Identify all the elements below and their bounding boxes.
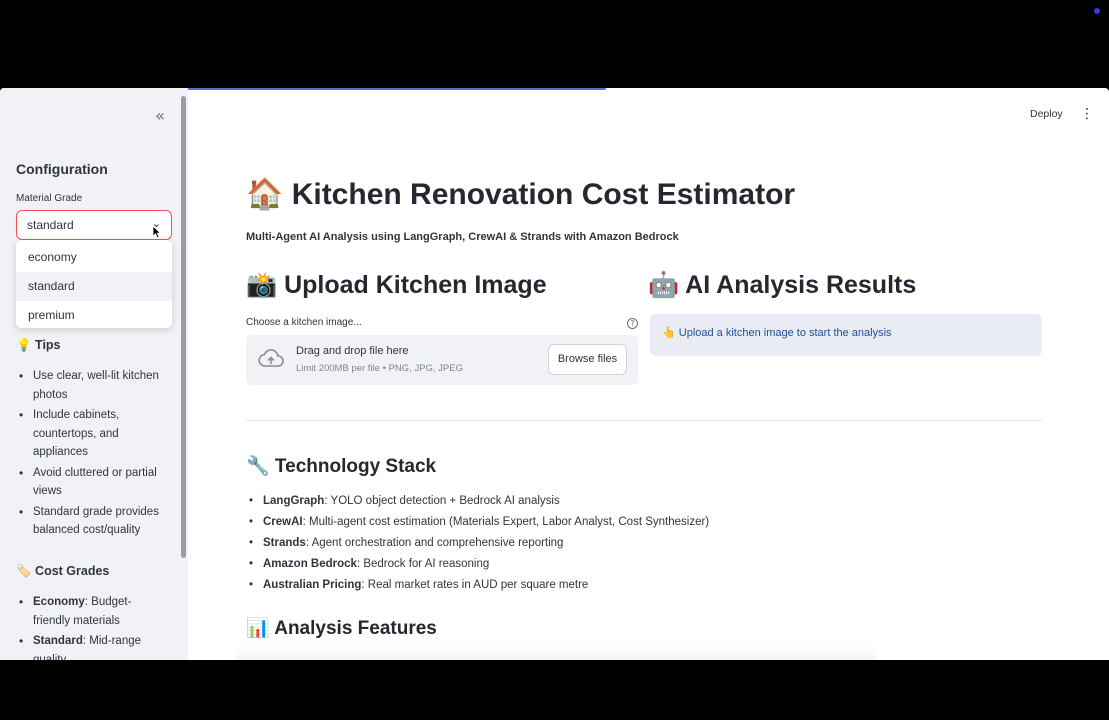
status-dot [1094, 8, 1100, 14]
tech-stack-list: LangGraph: YOLO object detection + Bedro… [246, 492, 1042, 597]
list-item: Standard: Mid-range quality [16, 632, 164, 660]
option-economy[interactable]: economy [16, 243, 172, 272]
list-item: Standard grade provides balanced cost/qu… [16, 503, 164, 540]
option-standard[interactable]: standard [16, 272, 172, 301]
tech-name: CrewAI [263, 516, 303, 528]
list-item: Avoid cluttered or partial views [16, 464, 164, 501]
divider [246, 420, 1042, 421]
material-grade-label: Material Grade [16, 193, 83, 204]
tech-desc: : Multi-agent cost estimation (Materials… [302, 516, 710, 528]
sidebar-scrollbar[interactable] [181, 96, 186, 558]
file-dropzone[interactable]: Drag and drop file here Limit 200MB per … [246, 335, 638, 385]
list-item: CrewAI: Multi-agent cost estimation (Mat… [246, 513, 1042, 534]
tech-stack-heading: 🔧 Technology Stack [246, 456, 437, 477]
option-premium[interactable]: premium [16, 301, 172, 330]
tech-desc: : Bedrock for AI reasoning [356, 558, 490, 570]
tips-heading: 💡 Tips [16, 338, 61, 352]
tech-desc: : YOLO object detection + Bedrock AI ana… [324, 495, 560, 507]
analysis-features-heading: 📊 Analysis Features [246, 618, 437, 639]
upload-heading: 📸 Upload Kitchen Image [246, 271, 547, 299]
tech-desc: : Agent orchestration and comprehensive … [305, 537, 564, 549]
tech-name: Australian Pricing [263, 579, 362, 591]
material-grade-select[interactable]: standard ⌄ [16, 210, 172, 240]
list-item: Use clear, well-lit kitchen photos [16, 367, 164, 404]
file-uploader-label: Choose a kitchen image... [246, 317, 362, 328]
tech-desc: : Real market rates in AUD per square me… [361, 579, 589, 591]
sidebar-title: Configuration [16, 161, 108, 177]
material-grade-dropdown: economy standard premium [16, 240, 172, 328]
list-item: Amazon Bedrock: Bedrock for AI reasoning [246, 555, 1042, 576]
mouse-cursor-icon [152, 225, 162, 239]
cloud-upload-icon [258, 349, 284, 367]
info-alert: 👆 Upload a kitchen image to start the an… [650, 314, 1042, 356]
screen: « Configuration Material Grade standard … [0, 0, 1109, 720]
browse-files-button[interactable]: Browse files [548, 344, 627, 375]
help-icon[interactable]: ? [627, 318, 638, 329]
page-subtitle: Multi-Agent AI Analysis using LangGraph,… [246, 231, 679, 243]
dropzone-title: Drag and drop file here [296, 345, 409, 357]
app-window: « Configuration Material Grade standard … [0, 88, 1109, 660]
cost-grades-list: Economy: Budget-friendly materials Stand… [16, 593, 164, 660]
dropzone-limit: Limit 200MB per file • PNG, JPG, JPEG [296, 363, 463, 374]
tech-name: LangGraph [263, 495, 325, 507]
grade-name: Economy [33, 596, 85, 608]
more-options-icon[interactable]: ⋮ [1080, 106, 1094, 122]
deploy-button[interactable]: Deploy [1030, 108, 1063, 120]
list-item: Strands: Agent orchestration and compreh… [246, 534, 1042, 555]
sidebar: « Configuration Material Grade standard … [0, 88, 188, 660]
tech-name: Strands [263, 537, 306, 549]
material-grade-value: standard [27, 218, 74, 232]
list-item: Economy: Budget-friendly materials [16, 593, 164, 630]
tips-list: Use clear, well-lit kitchen photos Inclu… [16, 367, 164, 542]
top-progress-line [118, 88, 606, 90]
list-item: Australian Pricing: Real market rates in… [246, 576, 1042, 597]
collapse-sidebar-icon[interactable]: « [150, 106, 170, 126]
results-heading: 🤖 AI Analysis Results [648, 271, 917, 299]
tech-name: Amazon Bedrock [263, 558, 357, 570]
grade-name: Standard [33, 635, 83, 647]
scroll-fade-overlay [236, 643, 876, 660]
list-item: LangGraph: YOLO object detection + Bedro… [246, 492, 1042, 513]
page-title: 🏠 Kitchen Renovation Cost Estimator [246, 178, 796, 211]
cost-grades-heading: 🏷️ Cost Grades [16, 564, 110, 578]
list-item: Include cabinets, countertops, and appli… [16, 406, 164, 462]
